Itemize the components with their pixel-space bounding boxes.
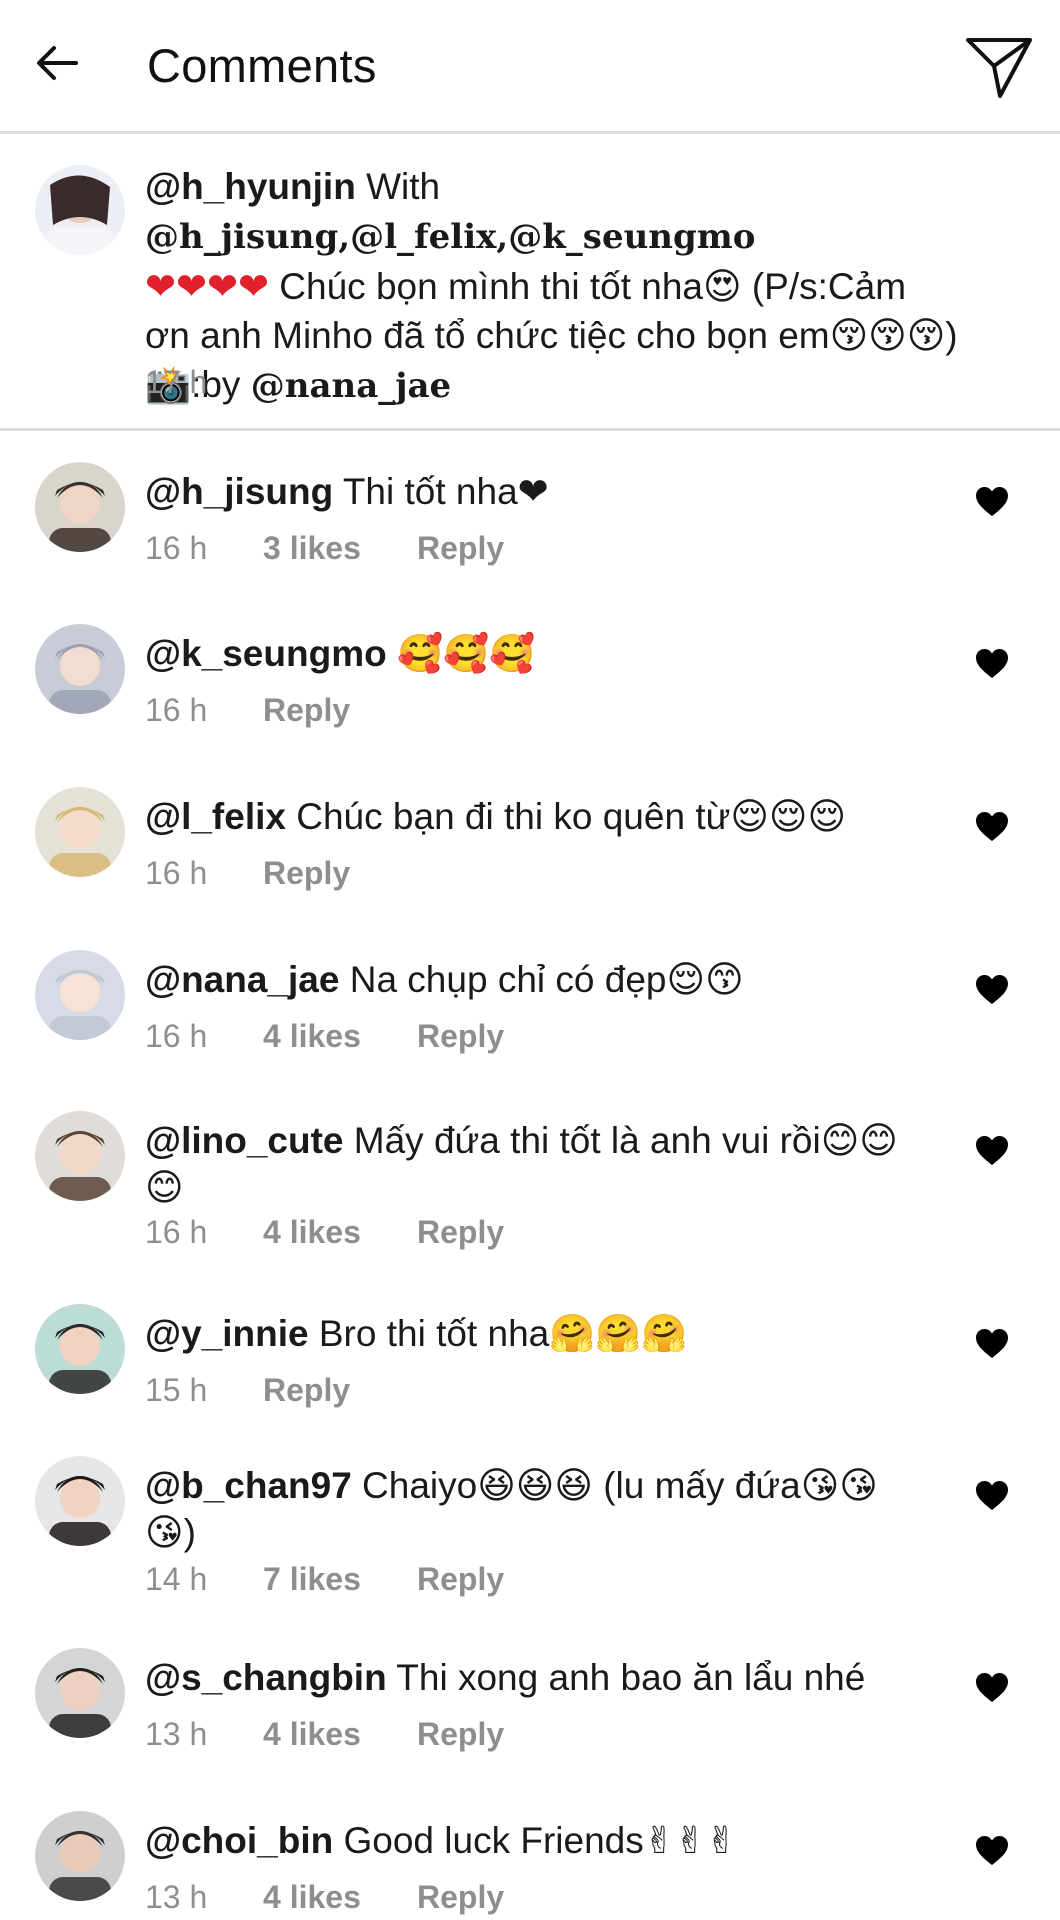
comment-text: @nana_jae Na chụp chỉ có đẹp😌😙 (145, 956, 945, 1003)
comment-text: @b_chan97 Chaiyo😆😆😆 (lu mấy đứa😘😘😘) (145, 1462, 905, 1556)
comment-username[interactable]: @lino_cute (145, 1120, 344, 1161)
comment-username[interactable]: @y_innie (145, 1313, 309, 1354)
comment-text: @choi_bin Good luck Friends✌✌✌ (145, 1817, 945, 1864)
comment-username[interactable]: @h_jisung (145, 471, 333, 512)
comment-likes-count[interactable]: 4 likes (263, 1214, 417, 1251)
comment-likes-count[interactable]: 4 likes (263, 1716, 417, 1753)
comment-timestamp: 16 h (145, 1214, 208, 1250)
comment-meta: 16 h Reply (145, 692, 350, 729)
comment-likes-count[interactable]: 4 likes (263, 1879, 417, 1916)
heart-icon[interactable] (975, 1328, 1009, 1360)
comment-meta: 13 h 4 likes Reply (145, 1879, 504, 1916)
comment-username[interactable]: @nana_jae (145, 959, 339, 1000)
heart-icon[interactable] (975, 1135, 1009, 1167)
caption-tags[interactable]: @h_jisung,@l_felix,@k_seungmo (145, 217, 755, 257)
avatar[interactable] (35, 1304, 125, 1394)
comment-text: @l_felix Chúc bạn đi thi ko quên từ😌😌😌 (145, 793, 945, 840)
caption-hearts: ❤❤❤❤ (145, 265, 270, 308)
comment-timestamp: 13 h (145, 1879, 208, 1915)
avatar[interactable] (35, 787, 125, 877)
header-divider (0, 131, 1060, 134)
comment-meta: 13 h 4 likes Reply (145, 1716, 504, 1753)
comment-body: Na chụp chỉ có đẹp😌😙 (339, 959, 744, 1000)
avatar[interactable] (35, 950, 125, 1040)
comment-username[interactable]: @b_chan97 (145, 1465, 352, 1506)
comment-timestamp: 16 h (145, 1018, 208, 1054)
comment-meta: 16 h Reply (145, 855, 350, 892)
comment-body: Bro thi tốt nha🤗🤗🤗 (308, 1313, 688, 1354)
comment-username[interactable]: @s_changbin (145, 1657, 387, 1698)
reply-button[interactable]: Reply (417, 1716, 504, 1753)
avatar[interactable] (35, 624, 125, 714)
reply-button[interactable]: Reply (417, 1214, 504, 1251)
comment-timestamp: 16 h (145, 692, 208, 728)
comment-username[interactable]: @k_seungmo (145, 633, 387, 674)
comment-body: Thi tốt nha❤ (333, 471, 549, 512)
comment-likes-count[interactable]: 7 likes (263, 1561, 417, 1598)
heart-icon[interactable] (975, 811, 1009, 843)
arrow-left-icon[interactable] (34, 40, 80, 86)
post-caption: @h_hyunjin With @h_jisung,@l_felix,@k_se… (145, 162, 1030, 411)
heart-icon[interactable] (975, 648, 1009, 680)
comment-meta: 16 h 4 likes Reply (145, 1214, 504, 1251)
comment-likes-count[interactable]: 4 likes (263, 1018, 417, 1055)
caption-line3: ơn anh Minho đã tổ chức tiệc cho bọn em😚… (145, 315, 958, 356)
avatar[interactable] (35, 1648, 125, 1738)
comment-text: @h_jisung Thi tốt nha❤ (145, 468, 945, 515)
reply-button[interactable]: Reply (417, 1018, 504, 1055)
comment-text: @k_seungmo 🥰🥰🥰 (145, 630, 945, 677)
avatar[interactable] (35, 462, 125, 552)
caption-timestamp: 17 h (145, 364, 208, 400)
heart-icon[interactable] (975, 1480, 1009, 1512)
heart-icon[interactable] (975, 974, 1009, 1006)
comment-meta: 14 h 7 likes Reply (145, 1561, 504, 1598)
avatar[interactable] (35, 1811, 125, 1901)
comment-meta: 16 h 4 likes Reply (145, 1018, 504, 1055)
comment-text: @lino_cute Mấy đứa thi tốt là anh vui rồ… (145, 1117, 905, 1211)
comment-meta: 16 h 3 likes Reply (145, 530, 504, 567)
comment-body: Chúc bạn đi thi ko quên từ😌😌😌 (285, 796, 847, 837)
comment-username[interactable]: @choi_bin (145, 1820, 333, 1861)
heart-icon[interactable] (975, 486, 1009, 518)
comment-timestamp: 16 h (145, 855, 208, 891)
reply-button[interactable]: Reply (417, 1879, 504, 1916)
caption-username[interactable]: @h_hyunjin (145, 166, 356, 207)
reply-button[interactable]: Reply (417, 1561, 504, 1598)
avatar[interactable] (35, 1111, 125, 1201)
comment-meta: 15 h Reply (145, 1372, 350, 1409)
caption-divider (0, 428, 1060, 431)
comment-text: @y_innie Bro thi tốt nha🤗🤗🤗 (145, 1310, 945, 1357)
reply-button[interactable]: Reply (263, 692, 350, 729)
avatar[interactable] (35, 165, 125, 255)
page-title: Comments (147, 39, 377, 92)
comment-username[interactable]: @l_felix (145, 796, 286, 837)
top-bar: Comments (0, 0, 1060, 133)
caption-photographer-tag[interactable]: @nana_jae (251, 366, 451, 406)
comment-timestamp: 14 h (145, 1561, 208, 1597)
comment-body: Thi xong anh bao ăn lẩu nhé (386, 1657, 866, 1698)
caption-with: With (366, 166, 441, 207)
heart-icon[interactable] (975, 1835, 1009, 1867)
comment-body: Good luck Friends✌✌✌ (333, 1820, 737, 1861)
comment-timestamp: 15 h (145, 1372, 208, 1408)
avatar[interactable] (35, 1456, 125, 1546)
reply-button[interactable]: Reply (263, 1372, 350, 1409)
comment-likes-count[interactable]: 3 likes (263, 530, 417, 567)
paper-plane-icon[interactable] (964, 34, 1034, 100)
comment-timestamp: 13 h (145, 1716, 208, 1752)
reply-button[interactable]: Reply (417, 530, 504, 567)
caption-line2: Chúc bọn mình thi tốt nha😍 (P/s:Cảm (269, 266, 907, 307)
heart-icon[interactable] (975, 1672, 1009, 1704)
comment-text: @s_changbin Thi xong anh bao ăn lẩu nhé (145, 1654, 945, 1701)
reply-button[interactable]: Reply (263, 855, 350, 892)
comment-body: 🥰🥰🥰 (386, 633, 536, 674)
comment-timestamp: 16 h (145, 530, 208, 566)
